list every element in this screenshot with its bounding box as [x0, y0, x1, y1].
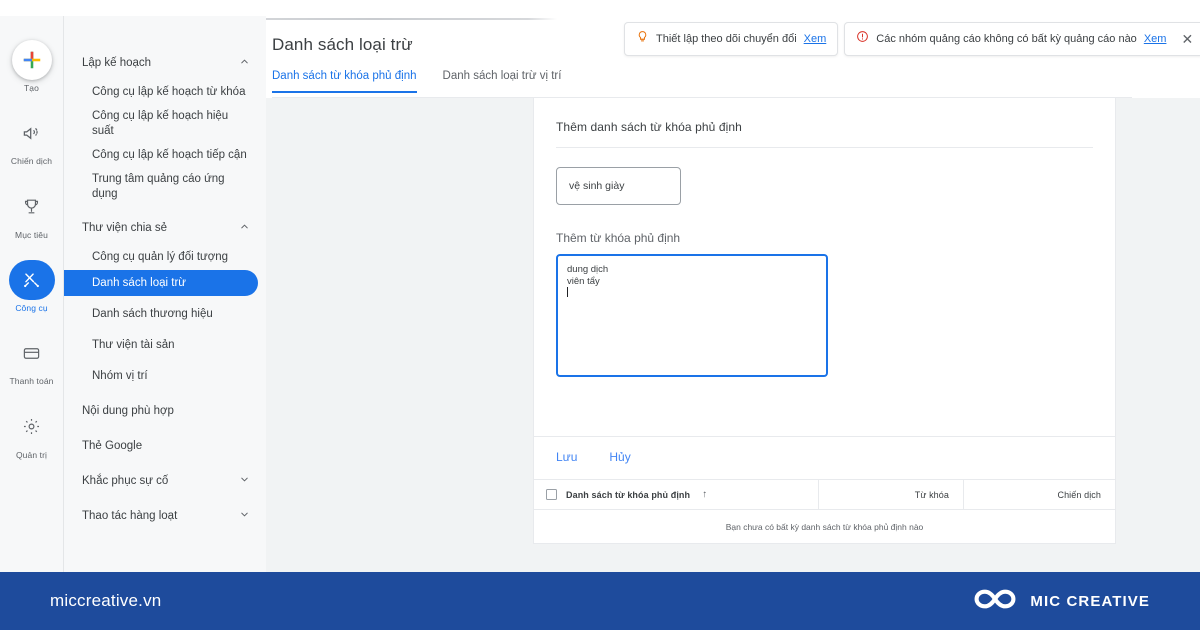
list-name-input[interactable]: vệ sinh giày — [556, 167, 681, 205]
sidebar-item-google-tag-label: Thẻ Google — [82, 439, 143, 452]
keyword-line-2: viên tẩy — [567, 275, 600, 287]
sidebar-item-app-ads-hub[interactable]: Trung tâm quảng cáo ứng dụng — [64, 168, 266, 205]
notification-bar: Thiết lập theo dõi chuyển đổi Xem Các nh… — [624, 22, 1200, 56]
lightbulb-icon — [636, 30, 649, 48]
top-white-strip — [0, 0, 1200, 16]
sidebar-item-bulk-actions[interactable]: Thao tác hàng loạt — [64, 498, 266, 533]
sidebar-item-troubleshooting-label: Khắc phục sự cố — [82, 474, 169, 487]
rail-label-billing: Thanh toán — [9, 376, 54, 387]
sidebar-item-audience-manager[interactable]: Công cụ quản lý đối tượng — [64, 244, 266, 270]
chevron-up-icon[interactable] — [239, 221, 250, 234]
tab-bar: Danh sách từ khóa phủ định Danh sách loạ… — [272, 70, 561, 98]
gear-icon — [12, 407, 52, 447]
page-title: Danh sách loại trừ — [272, 35, 413, 54]
sidebar-item-reach-planner[interactable]: Công cụ lập kế hoạch tiếp cận — [64, 142, 266, 168]
infinity-logo-icon — [972, 586, 1018, 617]
notification-view-link[interactable]: Xem — [1144, 33, 1167, 45]
rail-label-create: Tạo — [24, 83, 39, 93]
icon-rail: Tạo Chiến dịch Mục tiêu Công cụ Thanh to… — [0, 16, 63, 572]
footer-website-url: miccreative.vn — [50, 591, 162, 610]
rail-label-tools: Công cụ — [15, 303, 48, 314]
sidebar-item-exclusion-lists[interactable]: Danh sách loại trừ — [64, 270, 258, 296]
rail-label-goals: Mục tiêu — [15, 229, 48, 240]
rail-item-billing[interactable]: Thanh toán — [0, 333, 63, 386]
sidebar-item-troubleshooting[interactable]: Khắc phục sự cố — [64, 463, 266, 498]
sidebar-item-content-suitability-label: Nội dung phù hợp — [82, 404, 174, 417]
notification-view-link[interactable]: Xem — [804, 33, 827, 45]
notification-empty-ad-groups: Các nhóm quảng cáo không có bất kỳ quảng… — [844, 22, 1200, 56]
chevron-down-icon[interactable] — [239, 509, 250, 522]
table-empty-message: Bạn chưa có bất kỳ danh sách từ khóa phủ… — [725, 522, 924, 532]
tab-placement-exclusion-lists[interactable]: Danh sách loại trừ vị trí — [443, 70, 562, 91]
app-root: Tạo Chiến dịch Mục tiêu Công cụ Thanh to… — [0, 0, 1200, 630]
rail-item-admin[interactable]: Quản trị — [0, 407, 63, 460]
sidebar-item-bulk-actions-label: Thao tác hàng loạt — [82, 509, 178, 522]
list-name-value: vệ sinh giày — [569, 180, 625, 192]
footer-brand: MIC CREATIVE — [972, 586, 1150, 617]
sidebar-item-placement-groups[interactable]: Nhóm vị trí — [64, 363, 266, 389]
card-title: Thêm danh sách từ khóa phủ định — [556, 120, 742, 134]
text-caret — [567, 287, 568, 297]
column-header-keywords[interactable]: Từ khóa — [819, 479, 964, 510]
footer-bar: miccreative.vn MIC CREATIVE — [0, 572, 1200, 630]
sidebar-group-planning-label: Lập kế hoạch — [82, 56, 152, 69]
sidebar-group-shared-library-label: Thư viện chia sẻ — [82, 221, 168, 234]
sidebar-group-shared-library[interactable]: Thư viện chia sẻ — [64, 211, 266, 244]
sidebar-item-keyword-planner[interactable]: Công cụ lập kế hoạch từ khóa — [64, 79, 266, 105]
chevron-up-icon[interactable] — [239, 56, 250, 69]
chevron-down-icon[interactable] — [239, 474, 250, 487]
sidebar-item-brand-lists[interactable]: Danh sách thương hiệu — [64, 301, 266, 327]
negative-keyword-list-card: Thêm danh sách từ khóa phủ định vệ sinh … — [533, 98, 1116, 544]
sidebar-item-google-tag[interactable]: Thẻ Google — [64, 428, 266, 463]
sidebar-item-asset-library[interactable]: Thư viện tài sản — [64, 332, 266, 358]
keyword-line-1: dung dịch — [567, 264, 609, 275]
column-header-campaigns[interactable]: Chiến dịch — [964, 479, 1115, 510]
notification-text: Các nhóm quảng cáo không có bất kỳ quảng… — [876, 33, 1137, 45]
tools-icon — [8, 260, 55, 301]
rail-item-campaigns[interactable]: Chiến dịch — [0, 113, 63, 166]
column-header-list-name[interactable]: Danh sách từ khóa phủ định ↑ — [534, 479, 819, 510]
notification-text: Thiết lập theo dõi chuyển đổi — [656, 33, 797, 45]
sidebar-item-content-suitability[interactable]: Nội dung phù hợp — [64, 393, 266, 428]
rail-item-goals[interactable]: Mục tiêu — [0, 187, 63, 240]
plus-icon — [11, 40, 52, 80]
keywords-field-label: Thêm từ khóa phủ định — [556, 231, 681, 245]
actions-divider — [534, 436, 1115, 437]
rail-label-campaigns: Chiến dịch — [10, 156, 53, 167]
form-actions: Lưu Hủy — [556, 450, 631, 464]
column-header-list-name-label: Danh sách từ khóa phủ định — [566, 489, 691, 500]
card-title-divider — [556, 147, 1093, 148]
sidebar-nav: Lập kế hoạch Công cụ lập kế hoạch từ khó… — [63, 16, 266, 572]
tab-negative-keyword-lists[interactable]: Danh sách từ khóa phủ định — [272, 70, 417, 93]
error-circle-icon — [856, 30, 869, 48]
notification-conversion-tracking: Thiết lập theo dõi chuyển đổi Xem — [624, 22, 839, 56]
rail-item-create[interactable]: Tạo — [0, 40, 63, 93]
negative-keywords-textarea[interactable]: dung dịch viên tẩy — [556, 254, 828, 377]
cancel-button[interactable]: Hủy — [609, 450, 630, 464]
select-all-checkbox[interactable] — [546, 489, 557, 500]
save-button[interactable]: Lưu — [556, 450, 577, 464]
credit-card-icon — [12, 333, 52, 373]
sidebar-group-planning[interactable]: Lập kế hoạch — [64, 46, 266, 79]
text-caret-line — [567, 287, 817, 300]
table-header-row: Danh sách từ khóa phủ định ↑ Từ khóa Chi… — [534, 479, 1115, 510]
megaphone-icon — [12, 113, 52, 153]
trophy-icon — [12, 187, 52, 227]
close-icon[interactable]: ✕ — [1181, 32, 1193, 46]
sidebar-item-performance-planner[interactable]: Công cụ lập kế hoạch hiệu suất — [64, 105, 266, 142]
rail-label-admin: Quản trị — [15, 449, 48, 460]
sort-ascending-icon[interactable]: ↑ — [702, 489, 707, 500]
footer-brand-name: MIC CREATIVE — [1030, 592, 1150, 610]
rail-item-tools[interactable]: Công cụ — [0, 260, 63, 313]
